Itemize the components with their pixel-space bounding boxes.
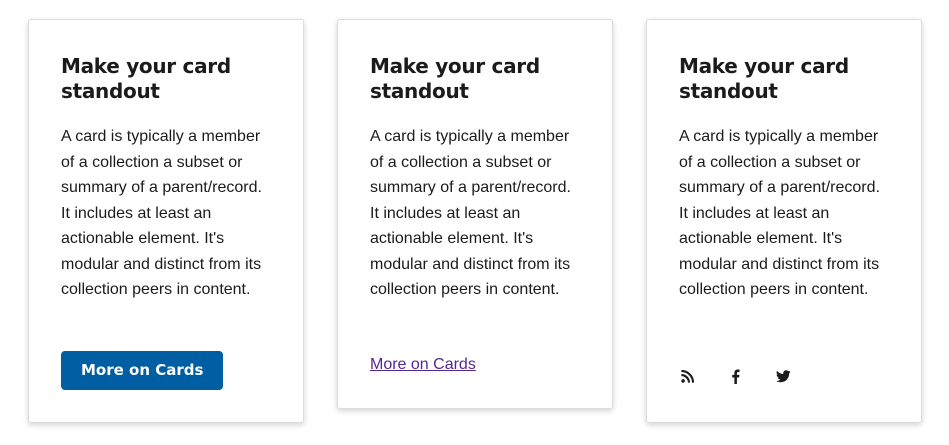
card-2: Make your card standout A card is typica…	[337, 19, 613, 409]
more-on-cards-button[interactable]: More on Cards	[61, 351, 224, 390]
card-body: A card is typically a member of a collec…	[370, 128, 571, 298]
twitter-icon[interactable]	[775, 368, 791, 384]
card-footer: More on Cards	[61, 351, 224, 390]
facebook-icon[interactable]	[727, 368, 743, 384]
card-title: Make your card standout	[61, 54, 231, 103]
card-1: Make your card standout A card is typica…	[28, 19, 304, 423]
more-on-cards-link[interactable]: More on Cards	[370, 356, 476, 373]
card-footer: More on Cards	[370, 356, 476, 374]
card-title: Make your card standout	[370, 54, 540, 103]
card-body: A card is typically a member of a collec…	[679, 128, 880, 298]
card-title: Make your card standout	[679, 54, 849, 103]
rss-icon[interactable]	[679, 368, 695, 384]
card-body: A card is typically a member of a collec…	[61, 128, 262, 298]
card-3: Make your card standout A card is typica…	[646, 19, 922, 423]
social-links	[679, 368, 791, 384]
